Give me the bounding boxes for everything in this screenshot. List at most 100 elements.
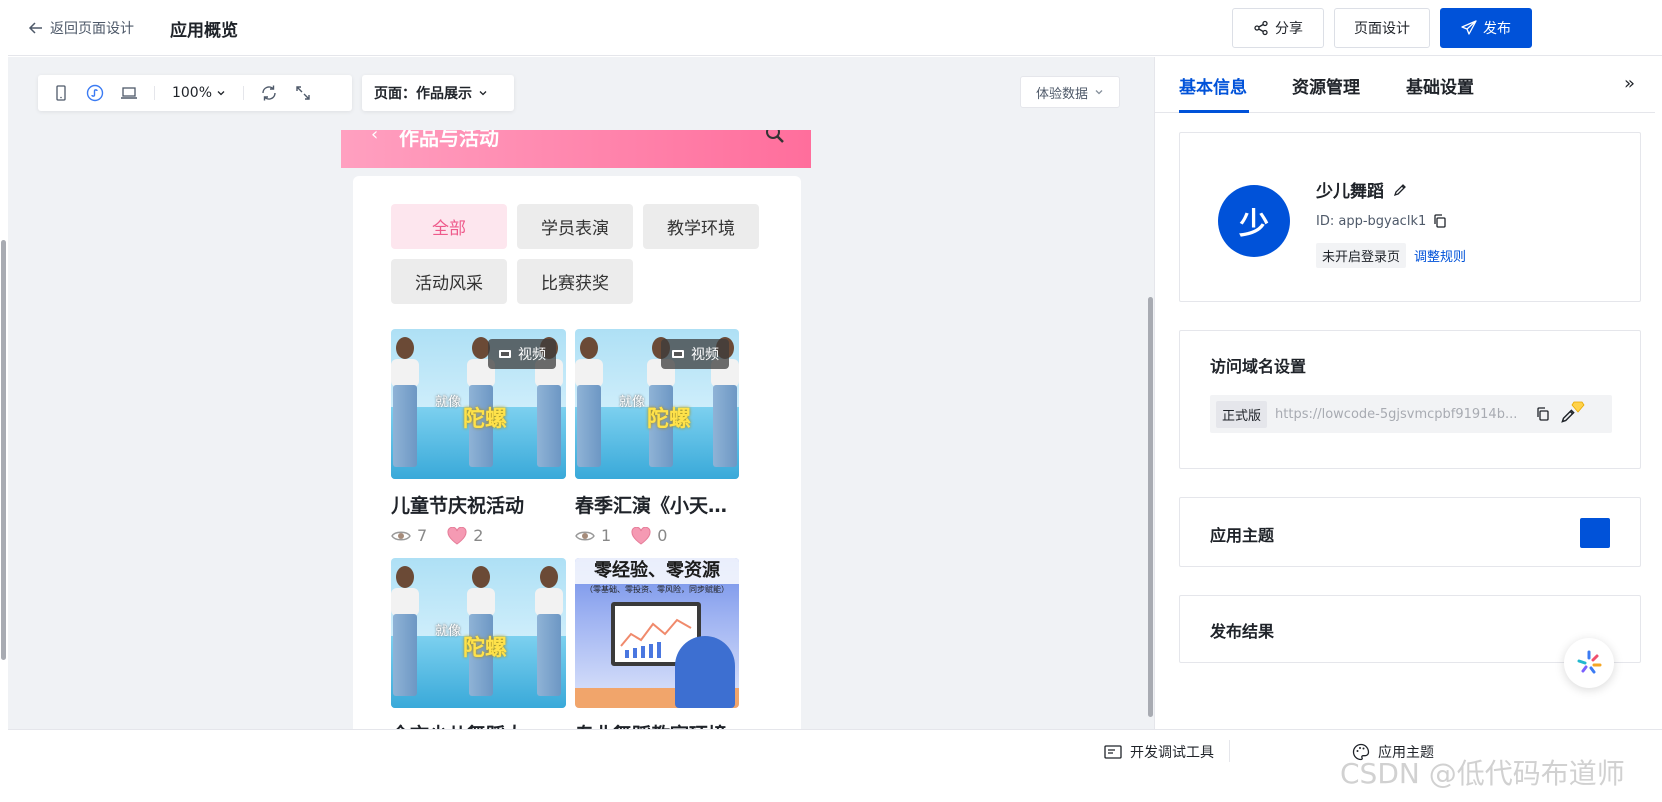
editor-scrollbar[interactable] — [1148, 297, 1153, 717]
thumbnail-text: 陀螺 — [463, 636, 508, 661]
editor-canvas: 100% 页面：作品展示 体验数据 ‹ 作品与活动 全部 学员表演 教学环境 活… — [8, 57, 1154, 786]
ai-assistant-icon — [1577, 650, 1602, 674]
work-card[interactable]: 就像 陀螺 视频 儿童节庆祝活动 7 2 — [391, 329, 566, 545]
eye-icon — [391, 531, 411, 540]
copy-icon[interactable] — [1535, 406, 1551, 422]
category-tab-awards[interactable]: 比赛获奖 — [517, 259, 633, 304]
collapse-panel-icon[interactable]: » — [1624, 73, 1635, 94]
mobile-view-button[interactable] — [44, 75, 78, 111]
thumbnail-headline: 零经验、零资源 — [575, 558, 739, 584]
work-card[interactable]: 零经验、零资源 （零基础、零投资、零风险，同步赋能） 专业舞蹈教室环境 — [575, 558, 750, 747]
domain-row: 正式版 https://lowcode-5gjsvmcpbf91914b... — [1210, 395, 1612, 433]
chevron-down-icon — [1095, 90, 1103, 95]
arrow-left-icon — [28, 22, 42, 34]
send-icon — [1461, 20, 1477, 35]
search-icon[interactable] — [765, 130, 785, 148]
theme-color-swatch[interactable] — [1580, 518, 1610, 548]
chevron-down-icon — [217, 91, 225, 96]
zoom-select[interactable]: 100% — [163, 85, 235, 101]
thumbnail-text: 陀螺 — [463, 407, 508, 432]
video-icon — [499, 350, 511, 358]
work-thumbnail: 就像 陀螺 — [391, 558, 566, 708]
work-title: 儿童节庆祝活动 — [391, 495, 525, 517]
page-select-label: 页面：作品展示 — [374, 86, 472, 102]
app-id: ID: app-bgyaclk1 — [1316, 213, 1427, 229]
refresh-button[interactable] — [252, 75, 286, 111]
refresh-icon — [262, 85, 276, 101]
publish-button[interactable]: 发布 — [1440, 8, 1532, 48]
right-panel-tabs: 基本信息 资源管理 基础设置 » — [1155, 57, 1655, 113]
work-title: 春季汇演《小天… — [575, 495, 728, 517]
experience-data-label: 体验数据 — [1035, 86, 1088, 102]
share-button[interactable]: 分享 — [1232, 8, 1324, 48]
laptop-icon — [121, 87, 137, 99]
preview-content-card: 全部 学员表演 教学环境 活动风采 比赛获奖 就像 陀螺 视频 儿童节庆祝活动 … — [353, 176, 801, 786]
dev-tools-button[interactable]: 开发调试工具 — [1104, 742, 1214, 762]
left-scrollbar[interactable] — [1, 240, 6, 660]
copy-icon[interactable] — [1432, 213, 1448, 229]
page-design-button[interactable]: 页面设计 — [1334, 8, 1430, 48]
adjust-rules-link[interactable]: 调整规则 — [1414, 246, 1466, 265]
domain-settings-title: 访问域名设置 — [1210, 357, 1307, 376]
page-select[interactable]: 页面：作品展示 — [362, 75, 514, 111]
status-divider — [1229, 740, 1230, 762]
work-thumbnail: 就像 陀螺 视频 — [575, 329, 739, 479]
work-card[interactable]: 就像 陀螺 视频 春季汇演《小天… 1 0 — [575, 329, 750, 545]
domain-url[interactable]: https://lowcode-5gjsvmcpbf91914b... — [1275, 407, 1527, 422]
category-tab-teaching-environment[interactable]: 教学环境 — [643, 204, 759, 249]
desktop-view-button[interactable] — [112, 75, 146, 111]
app-name: 少儿舞蹈 — [1316, 182, 1384, 202]
like-count: 0 — [657, 526, 668, 545]
tab-resource-management[interactable]: 资源管理 — [1292, 73, 1360, 98]
thumbnail-text: 陀螺 — [647, 407, 692, 432]
app-name-row: 少儿舞蹈 — [1316, 177, 1408, 202]
publish-button-label: 发布 — [1483, 21, 1511, 37]
back-link-label: 返回页面设计 — [50, 21, 134, 37]
tab-basic-info[interactable]: 基本信息 — [1179, 73, 1247, 98]
thumbnail-text: 就像 — [435, 624, 462, 639]
app-theme-title: 应用主题 — [1210, 526, 1275, 545]
video-badge-label: 视频 — [518, 347, 546, 363]
view-count: 1 — [601, 526, 612, 545]
login-status-tag: 未开启登录页 — [1316, 243, 1407, 268]
login-status-row: 未开启登录页 调整规则 — [1316, 243, 1466, 268]
app-theme-card: 应用主题 — [1179, 497, 1641, 567]
expand-icon — [296, 86, 310, 100]
preview-toolbar: 100% — [38, 75, 352, 111]
work-stats: 7 2 — [391, 526, 566, 545]
page-design-button-label: 页面设计 — [1354, 21, 1410, 37]
edit-icon[interactable] — [1392, 182, 1408, 198]
video-icon — [672, 350, 684, 358]
tab-basic-settings[interactable]: 基础设置 — [1406, 73, 1474, 98]
domain-version-tag: 正式版 — [1216, 400, 1268, 428]
experience-data-select[interactable]: 体验数据 — [1020, 76, 1120, 108]
category-tab-student-performance[interactable]: 学员表演 — [517, 204, 633, 249]
top-actions: 分享 页面设计 发布 — [1232, 8, 1532, 48]
zoom-value: 100% — [171, 85, 213, 101]
edit-domain-button[interactable] — [1559, 401, 1585, 425]
work-thumbnail: 就像 陀螺 视频 — [391, 329, 566, 479]
back-chevron-icon[interactable]: ‹ — [371, 130, 378, 145]
share-icon — [1254, 20, 1268, 36]
console-icon — [1104, 745, 1122, 759]
thumbnail-text: 就像 — [435, 395, 462, 410]
video-badge: 视频 — [661, 339, 729, 369]
app-info-card: 少 少儿舞蹈 ID: app-bgyaclk1 未开启登录页 调整规则 — [1179, 132, 1641, 302]
like-count: 2 — [473, 526, 484, 545]
miniprogram-view-button[interactable] — [78, 75, 112, 111]
back-to-page-design-link[interactable]: 返回页面设计 — [28, 18, 134, 38]
toolbar-divider — [154, 86, 155, 100]
category-tabs: 全部 学员表演 教学环境 活动风采 比赛获奖 — [391, 204, 761, 304]
miniprogram-icon — [86, 84, 104, 102]
premium-diamond-icon — [1571, 401, 1585, 413]
video-badge: 视频 — [488, 339, 556, 369]
category-tab-activities[interactable]: 活动风采 — [391, 259, 507, 304]
fullscreen-button[interactable] — [286, 75, 320, 111]
ai-assistant-button[interactable] — [1564, 638, 1614, 688]
toolbar-divider — [243, 86, 244, 100]
work-card[interactable]: 就像 陀螺 全市少儿舞蹈大… — [391, 558, 566, 747]
preview-header: ‹ 作品与活动 — [341, 130, 811, 168]
top-bar: 返回页面设计 应用概览 分享 页面设计 发布 — [0, 0, 1662, 56]
category-tab-all[interactable]: 全部 — [391, 204, 507, 249]
chevron-down-icon — [479, 91, 487, 96]
